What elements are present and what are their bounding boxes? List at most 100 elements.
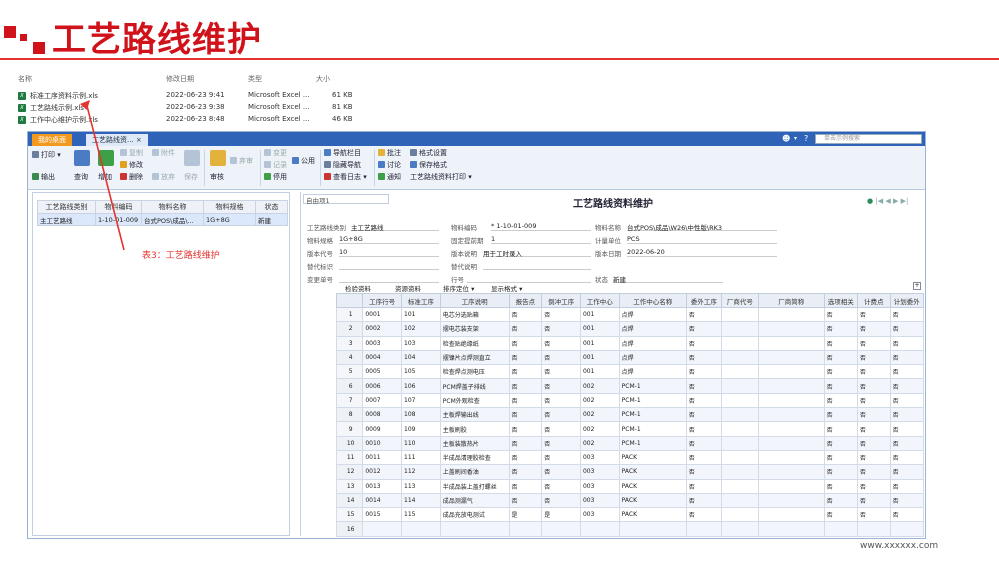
grid-cell[interactable]: 否 [685,321,722,337]
grid-cell[interactable] [720,335,759,351]
grid-cell[interactable] [685,521,722,537]
grid-cell[interactable] [757,392,825,409]
grid-cell[interactable] [823,521,858,537]
grid-cell[interactable]: 003 [579,507,620,523]
grid-cell[interactable]: 否 [508,421,543,437]
public-button[interactable]: 公用 [292,157,315,166]
grid-cell[interactable]: 否 [823,507,858,523]
grid-cell[interactable] [757,378,825,394]
grid-cell[interactable]: 002 [579,421,620,437]
alt-desc-field[interactable] [483,261,591,270]
grid-cell[interactable]: 否 [889,464,925,480]
record-button[interactable]: 记录 [264,161,287,170]
column-header[interactable]: 物料规格 [203,200,256,214]
grid-cell[interactable] [401,521,441,537]
grid-cell[interactable] [508,521,543,537]
grid-cell[interactable]: 110 [401,435,441,451]
grid-column-header[interactable]: 委外工序 [685,293,722,308]
grid-cell[interactable] [757,335,825,351]
grid-cell[interactable] [757,407,825,423]
grid-cell[interactable]: 001 [579,335,620,351]
grid-cell[interactable] [856,521,891,537]
file-row[interactable]: X 工作中心维护示例.xls 2022-06-23 8:48 Microsoft… [18,115,363,126]
grid-cell[interactable]: 否 [685,507,722,523]
grid-cell[interactable]: 半成品装上盖打螺丝 [439,478,510,494]
grid-cell[interactable] [757,464,825,480]
mat-code-field[interactable]: * 1-10-01-009 [491,222,591,231]
grid-cell[interactable] [757,364,825,380]
grid-cell[interactable]: 101 [401,306,441,323]
grid-cell[interactable]: PCM-1 [618,407,687,423]
grid-cell[interactable]: 否 [541,349,581,366]
next-record-icon[interactable]: ▶ [893,197,898,205]
grid-cell[interactable]: 否 [823,335,858,351]
grid-cell[interactable]: 0009 [362,421,403,437]
grid-cell[interactable]: 否 [508,392,543,409]
grid-cell[interactable]: 否 [541,392,581,409]
grid-cell[interactable]: 上盖刷间香油 [439,464,510,480]
grid-cell[interactable] [757,507,825,523]
grid-cell[interactable]: 点焊 [618,321,687,337]
grid-column-header[interactable]: 倒冲工序 [541,293,581,308]
version-date-field[interactable]: 2022-06-20 [627,248,777,257]
grid-cell[interactable]: 否 [856,449,891,466]
grid-cell[interactable]: 否 [823,349,858,366]
grid-cell[interactable]: 电芯分选贴箱 [439,306,510,323]
alt-flag-field[interactable] [339,261,439,270]
template-selector[interactable]: 自由项1 [303,194,389,205]
nav-bar-button[interactable]: 导航栏目 [324,149,361,158]
grid-cell[interactable]: 103 [401,335,441,351]
grid-cell[interactable]: 否 [823,449,858,466]
format-settings-button[interactable]: 格式设置 [410,149,447,158]
grid-cell[interactable] [720,492,759,509]
grid-cell[interactable]: 0010 [362,435,403,451]
grid-column-header[interactable]: 工序说明 [439,293,510,308]
grid-row[interactable]: 9 0009 109 主板刷胶否否 002 PCM-1 否否否否 [335,421,925,437]
grid-cell[interactable]: 摆电芯装支架 [439,321,510,337]
grid-column-header[interactable] [335,293,364,308]
grid-cell[interactable]: 否 [685,306,722,323]
grid-cell[interactable]: 否 [685,335,722,351]
grid-cell[interactable] [720,306,759,323]
grid-cell[interactable]: 0005 [362,364,403,380]
tab-home[interactable]: 我的桌面 [32,134,72,146]
grid-cell[interactable] [757,321,825,337]
grid-cell[interactable]: 106 [401,378,441,394]
grid-cell[interactable]: 否 [823,392,858,409]
grid-cell[interactable] [757,492,825,509]
grid-cell[interactable]: PACK [618,507,687,523]
grid-cell[interactable]: 108 [401,407,441,423]
grid-cell[interactable]: 否 [823,435,858,451]
grid-cell[interactable]: 否 [685,378,722,394]
grid-cell[interactable]: 否 [823,378,858,394]
grid-cell[interactable]: 否 [889,321,925,337]
grid-cell[interactable]: 002 [579,378,620,394]
grid-cell[interactable]: 113 [401,478,441,494]
grid-cell[interactable]: 否 [889,378,925,394]
grid-cell[interactable]: 否 [856,364,891,380]
grid-row[interactable]: 2 0002 102 摆电芯装支架否否 001 点焊否否否否 [335,321,925,337]
grid-cell[interactable]: 否 [856,435,891,451]
grid-row[interactable]: 8 0008 108 主板焊输出线否否 002 PCM-1 否否否否 [335,407,925,423]
grid-cell[interactable]: 否 [889,478,925,494]
grid-cell[interactable]: 否 [541,321,581,337]
grid-cell[interactable]: 105 [401,364,441,380]
grid-cell[interactable]: 003 [579,478,620,494]
mat-spec-field[interactable]: 1G+8G [339,235,439,244]
annotate-button[interactable]: 批注 [378,149,401,158]
grid-cell[interactable] [720,407,759,423]
prev-record-icon[interactable]: ◀ [885,197,890,205]
grid-cell[interactable]: 否 [856,378,891,394]
last-record-icon[interactable]: ▶| [901,197,909,205]
user-icon[interactable]: ☻ [782,134,790,144]
grid-cell[interactable]: 否 [541,378,581,394]
grid-cell[interactable]: 否 [889,492,925,509]
grid-cell[interactable] [720,378,759,394]
grid-cell[interactable]: 002 [579,392,620,409]
grid-cell[interactable]: 否 [889,392,925,409]
grid-cell[interactable] [720,421,759,437]
grid-cell[interactable]: 主板焊输出线 [439,407,510,423]
grid-cell[interactable]: PCM-1 [618,378,687,394]
grid-cell[interactable]: 102 [401,321,441,337]
grid-cell[interactable]: 否 [856,492,891,509]
